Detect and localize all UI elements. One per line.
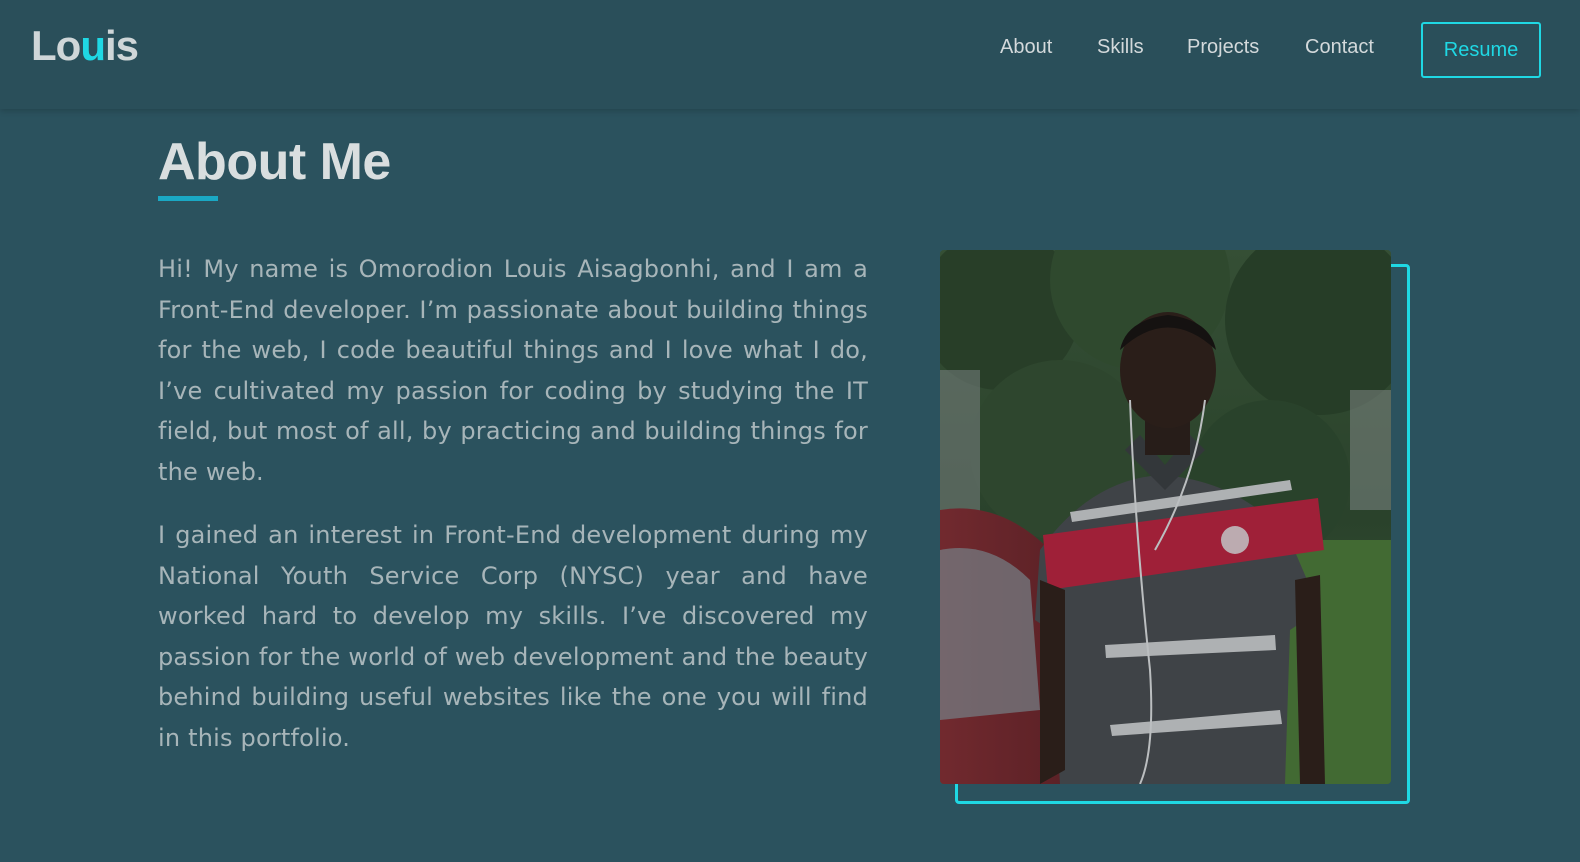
section-title: About Me — [158, 133, 391, 191]
bio-paragraph-2: I gained an interest in Front-End develo… — [158, 521, 868, 752]
title-underline — [158, 196, 218, 201]
nav-link-about[interactable]: About — [1000, 36, 1052, 59]
resume-button[interactable]: Resume — [1421, 22, 1541, 78]
nav-link-projects[interactable]: Projects — [1187, 36, 1259, 59]
navbar: Louis About Skills Projects Contact Resu… — [0, 0, 1580, 109]
logo[interactable]: Louis — [31, 22, 139, 70]
logo-suffix: is — [104, 22, 139, 69]
profile-photo-illustration — [940, 250, 1391, 784]
profile-photo — [940, 250, 1391, 784]
logo-accent: u — [80, 22, 106, 69]
logo-prefix: Lo — [31, 22, 81, 69]
nav-link-skills[interactable]: Skills — [1097, 36, 1144, 59]
bio-paragraph-1: Hi! My name is Omorodion Louis Aisagbonh… — [158, 255, 868, 486]
nav-link-contact[interactable]: Contact — [1305, 36, 1374, 59]
